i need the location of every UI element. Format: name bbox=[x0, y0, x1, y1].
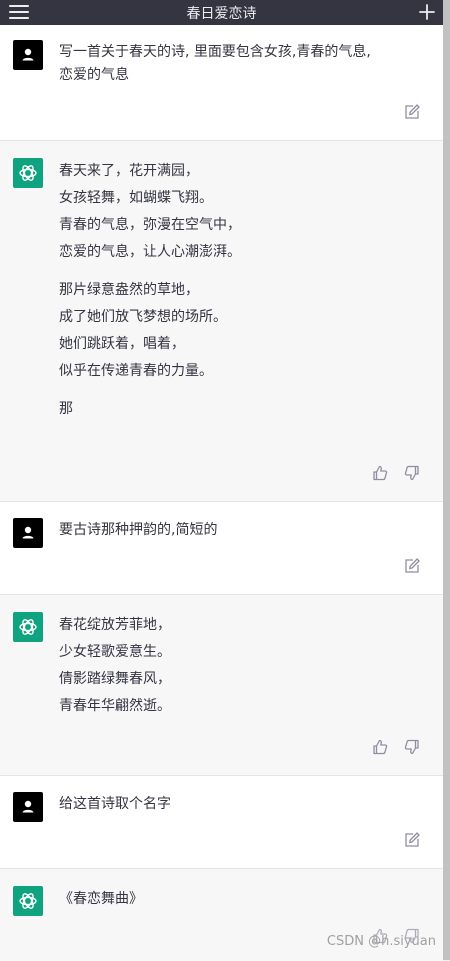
message-text: 要古诗那种押韵的,简短的 bbox=[59, 519, 429, 542]
poem-line: 春天来了，花开满园， bbox=[59, 163, 199, 179]
plus-icon[interactable] bbox=[417, 2, 437, 22]
poem-stanza: 那片绿意盎然的草地， 成了她们放飞梦想的场所。 她们跳跃着，唱着， 似乎在传递青… bbox=[59, 279, 429, 383]
poem-line: 似乎在传递青春的力量。 bbox=[59, 363, 213, 379]
user-avatar bbox=[13, 792, 43, 822]
message-line: 恋爱的气息 bbox=[59, 67, 129, 83]
thumbs-down-icon[interactable] bbox=[403, 464, 421, 482]
top-bar: 春日爱恋诗 bbox=[0, 0, 443, 25]
message-text: 春花绽放芳菲地， 少女轻歌爱意生。 倩影踏绿舞春风， 青春年华翩然逝。 bbox=[59, 614, 429, 718]
message-line: 给这首诗取个名字 bbox=[59, 796, 171, 812]
user-message: 给这首诗取个名字 bbox=[0, 776, 443, 869]
user-icon bbox=[22, 526, 34, 539]
message-text: 《春恋舞曲》 bbox=[59, 888, 429, 911]
user-icon bbox=[22, 800, 34, 813]
openai-logo-icon bbox=[19, 165, 37, 181]
edit-icon[interactable] bbox=[403, 103, 421, 121]
poem-line: 春花绽放芳菲地， bbox=[59, 617, 171, 633]
thumbs-up-icon[interactable] bbox=[371, 464, 389, 482]
openai-logo-icon bbox=[19, 893, 37, 909]
message-line: 写一首关于春天的诗, 里面要包含女孩,青春的气息, bbox=[59, 44, 371, 60]
edit-icon[interactable] bbox=[403, 831, 421, 849]
poem-line: 少女轻歌爱意生。 bbox=[59, 644, 171, 660]
user-message: 写一首关于春天的诗, 里面要包含女孩,青春的气息, 恋爱的气息 bbox=[0, 25, 443, 141]
poem-line: 成了她们放飞梦想的场所。 bbox=[59, 309, 227, 325]
poem-line: 女孩轻舞，如蝴蝶飞翔。 bbox=[59, 190, 213, 206]
scrollbar-thumb[interactable] bbox=[443, 0, 450, 960]
openai-logo-icon bbox=[19, 619, 37, 635]
assistant-avatar bbox=[13, 612, 43, 642]
assistant-message: 春天来了，花开满园， 女孩轻舞，如蝴蝶飞翔。 青春的气息，弥漫在空气中， 恋爱的… bbox=[0, 141, 443, 502]
message-text: 写一首关于春天的诗, 里面要包含女孩,青春的气息, 恋爱的气息 bbox=[59, 41, 429, 87]
user-icon bbox=[22, 48, 34, 61]
poem-line: 青春年华翩然逝。 bbox=[59, 698, 171, 714]
message-text: 给这首诗取个名字 bbox=[59, 793, 429, 816]
user-avatar bbox=[13, 40, 43, 70]
chat-title: 春日爱恋诗 bbox=[186, 5, 257, 22]
watermark: CSDN @h.siyuan bbox=[326, 934, 436, 949]
user-message: 要古诗那种押韵的,简短的 bbox=[0, 502, 443, 595]
scrollbar[interactable] bbox=[443, 0, 450, 961]
message-text: 春天来了，花开满园， 女孩轻舞，如蝴蝶飞翔。 青春的气息，弥漫在空气中， 恋爱的… bbox=[59, 160, 429, 433]
assistant-avatar bbox=[13, 158, 43, 188]
poem-line: 恋爱的气息，让人心潮澎湃。 bbox=[59, 244, 241, 260]
assistant-message: 春花绽放芳菲地， 少女轻歌爱意生。 倩影踏绿舞春风， 青春年华翩然逝。 bbox=[0, 595, 443, 776]
edit-icon[interactable] bbox=[403, 557, 421, 575]
thumbs-down-icon[interactable] bbox=[403, 738, 421, 756]
hamburger-menu-icon[interactable] bbox=[9, 5, 29, 21]
poem-line: 她们跳跃着，唱着， bbox=[59, 336, 185, 352]
assistant-avatar bbox=[13, 886, 43, 916]
poem-stanza: 那 bbox=[59, 398, 429, 421]
message-line: 要古诗那种押韵的,简短的 bbox=[59, 522, 218, 538]
poem-line: 倩影踏绿舞春风， bbox=[59, 671, 171, 687]
user-avatar bbox=[13, 518, 43, 548]
poem-line: 那 bbox=[59, 401, 73, 417]
poem-line: 青春的气息，弥漫在空气中， bbox=[59, 217, 241, 233]
poem-title: 《春恋舞曲》 bbox=[59, 891, 143, 907]
poem-line: 那片绿意盎然的草地， bbox=[59, 282, 199, 298]
thumbs-up-icon[interactable] bbox=[371, 738, 389, 756]
poem-stanza: 春天来了，花开满园， 女孩轻舞，如蝴蝶飞翔。 青春的气息，弥漫在空气中， 恋爱的… bbox=[59, 160, 429, 264]
